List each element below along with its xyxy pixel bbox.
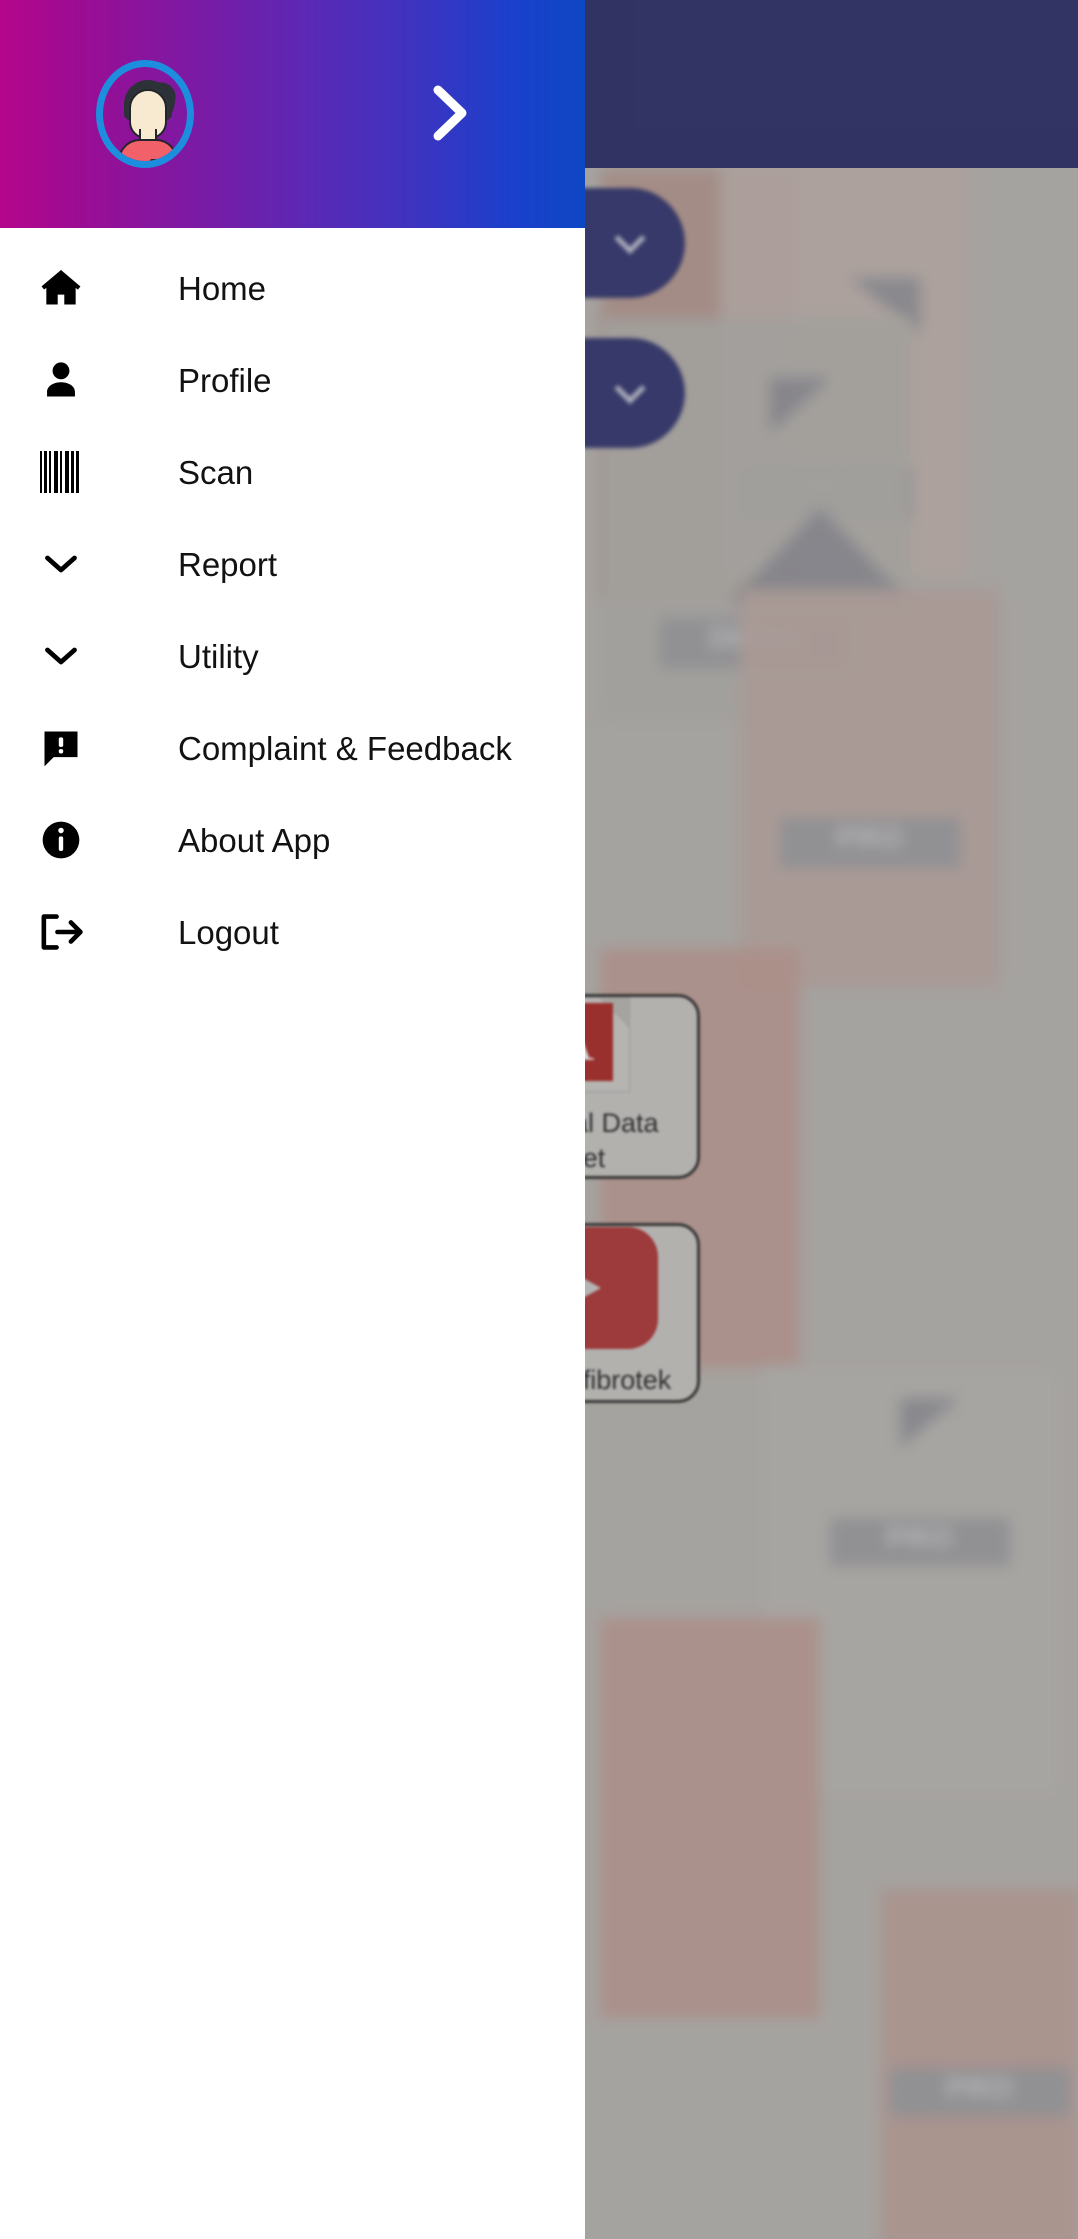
menu-item-label: About App bbox=[178, 821, 331, 859]
barcode-icon bbox=[32, 451, 90, 493]
menu-item-label: Logout bbox=[178, 913, 279, 951]
menu-item-scan[interactable]: Scan bbox=[0, 426, 585, 518]
home-icon bbox=[32, 266, 90, 310]
menu-item-logout[interactable]: Logout bbox=[0, 886, 585, 978]
menu-item-complaint-feedback[interactable]: Complaint & Feedback bbox=[0, 702, 585, 794]
avatar[interactable] bbox=[96, 60, 194, 168]
chevron-down-icon bbox=[32, 552, 90, 576]
menu-item-label: Scan bbox=[178, 453, 254, 491]
feedback-icon bbox=[32, 726, 90, 770]
menu-item-home[interactable]: Home bbox=[0, 242, 585, 334]
menu-item-label: Complaint & Feedback bbox=[178, 729, 512, 767]
logout-icon bbox=[32, 910, 90, 954]
menu-item-label: Home bbox=[178, 269, 267, 307]
navigation-drawer: Home Profile Scan Report Utility Complai… bbox=[0, 0, 585, 2239]
person-icon bbox=[32, 358, 90, 402]
chevron-right-icon[interactable] bbox=[420, 84, 478, 142]
chevron-down-icon bbox=[32, 644, 90, 668]
menu-item-label: Profile bbox=[178, 361, 272, 399]
drawer-menu-list: Home Profile Scan Report Utility Complai… bbox=[0, 228, 585, 978]
menu-item-report[interactable]: Report bbox=[0, 518, 585, 610]
menu-item-profile[interactable]: Profile bbox=[0, 334, 585, 426]
menu-item-utility[interactable]: Utility bbox=[0, 610, 585, 702]
menu-item-label: Utility bbox=[178, 637, 259, 675]
avatar-illustration bbox=[103, 67, 187, 161]
drawer-header bbox=[0, 0, 585, 228]
info-icon bbox=[32, 818, 90, 862]
menu-item-label: Report bbox=[178, 545, 278, 583]
menu-item-about-app[interactable]: About App bbox=[0, 794, 585, 886]
